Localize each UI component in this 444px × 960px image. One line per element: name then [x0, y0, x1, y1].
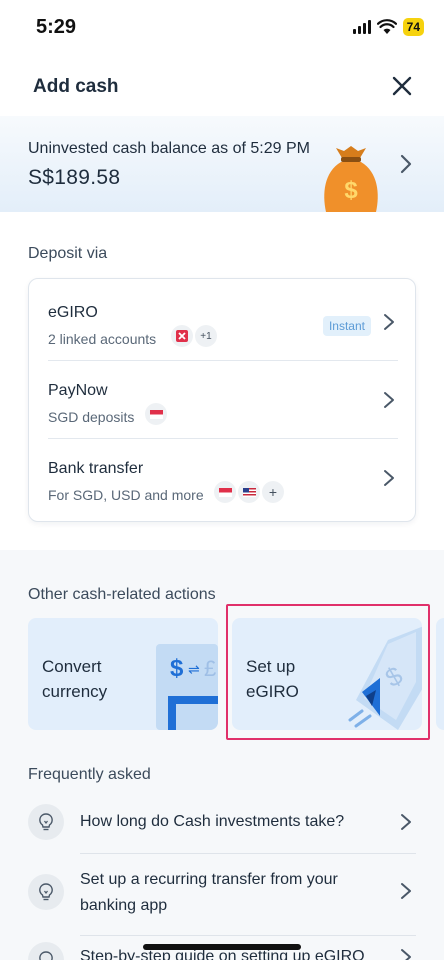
action-card-label: Convert currency	[42, 657, 108, 701]
balance-value: S$189.58	[28, 166, 121, 189]
deposit-section: Deposit via eGIRO 2 linked accounts +1 I…	[0, 212, 444, 550]
chevron-right-icon	[384, 314, 394, 330]
faq-item[interactable]: Set up a recurring transfer from your ba…	[28, 854, 416, 936]
signal-icon	[352, 20, 371, 34]
other-actions-title: Other cash-related actions	[28, 586, 216, 603]
home-indicator[interactable]	[143, 944, 301, 950]
convert-currency-card[interactable]: Convert currency $ ⇌ £	[28, 618, 218, 730]
instant-badge: Instant	[322, 316, 371, 336]
svg-text:£: £	[204, 656, 216, 681]
linked-bank-badges: +1	[171, 325, 217, 347]
cash-balance-card[interactable]: Uninvested cash balance as of 5:29 PM S$…	[0, 116, 444, 212]
lightbulb-icon	[28, 804, 64, 840]
status-bar: 5:29 74	[0, 0, 444, 56]
other-actions-section: Other cash-related actions Convert curren…	[0, 550, 444, 960]
money-bag-icon: $	[324, 146, 378, 212]
svg-text:$: $	[170, 655, 184, 682]
lightbulb-icon	[28, 942, 64, 960]
currency-badges: +	[214, 481, 284, 503]
chevron-right-icon	[401, 883, 411, 899]
lightbulb-icon	[28, 874, 64, 910]
battery-indicator: 74	[402, 18, 424, 36]
more-actions-card[interactable]	[436, 618, 444, 730]
deposit-method-paynow[interactable]: PayNow SGD deposits	[29, 361, 417, 439]
singapore-flag-icon	[214, 481, 236, 503]
faq-question: How long do Cash investments take?	[80, 813, 345, 830]
deposit-method-bank-transfer[interactable]: Bank transfer For SGD, USD and more +	[29, 439, 417, 517]
deposit-method-subtitle: SGD deposits	[48, 409, 135, 425]
deposit-methods-card: eGIRO 2 linked accounts +1 Instant PayNo…	[28, 278, 416, 522]
close-icon	[392, 76, 412, 96]
faq-question: Set up a recurring transfer from your ba…	[80, 871, 338, 914]
deposit-section-title: Deposit via	[28, 245, 108, 262]
deposit-method-subtitle: For SGD, USD and more	[48, 487, 204, 503]
deposit-method-title: Bank transfer	[48, 460, 144, 477]
deposit-method-subtitle: 2 linked accounts	[48, 331, 157, 347]
chevron-right-icon	[401, 949, 411, 960]
action-card-label: Set up eGIRO	[246, 657, 299, 701]
chevron-right-icon	[384, 470, 394, 486]
singapore-flag-icon	[145, 403, 167, 425]
faq-item[interactable]: How long do Cash investments take?	[28, 800, 416, 854]
egiro-transfer-icon: $	[348, 626, 422, 730]
deposit-method-egiro[interactable]: eGIRO 2 linked accounts +1 Instant	[29, 283, 417, 361]
page-title: Add cash	[33, 76, 119, 97]
deposit-method-title: PayNow	[48, 382, 108, 399]
nav-header: Add cash	[0, 56, 444, 116]
more-accounts-badge: +1	[195, 325, 217, 347]
close-button[interactable]	[388, 72, 416, 100]
more-currencies-badge: +	[262, 481, 284, 503]
wifi-icon	[376, 19, 397, 34]
us-flag-icon	[238, 481, 260, 503]
chevron-right-icon	[401, 814, 411, 830]
deposit-method-title: eGIRO	[48, 304, 98, 321]
setup-egiro-card[interactable]: Set up eGIRO $	[232, 618, 422, 730]
svg-text:⇌: ⇌	[188, 662, 200, 678]
currency-exchange-icon: $ ⇌ £	[156, 644, 218, 730]
balance-label: Uninvested cash balance as of 5:29 PM	[28, 140, 310, 157]
status-time: 5:29	[36, 16, 77, 38]
currency-badges	[145, 403, 167, 425]
status-icons: 74	[352, 18, 424, 36]
faq-section-title: Frequently asked	[28, 766, 151, 783]
chevron-right-icon	[384, 392, 394, 408]
svg-text:$: $	[344, 177, 358, 204]
chevron-right-icon	[400, 154, 412, 174]
bank-logo-icon	[171, 325, 193, 347]
